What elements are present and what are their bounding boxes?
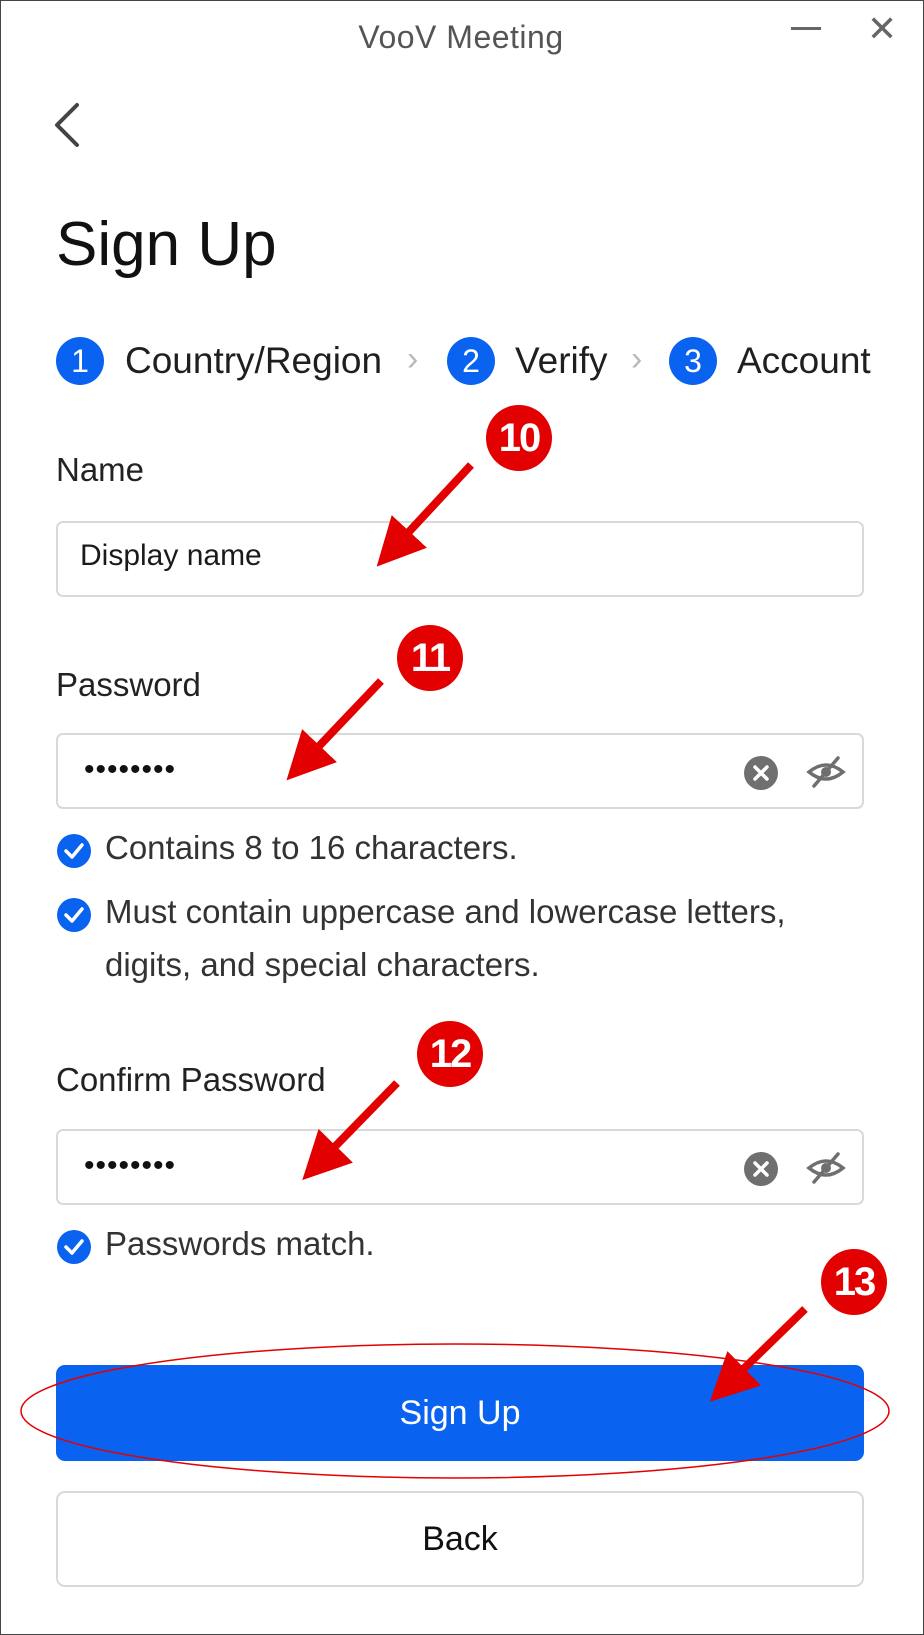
- arrow-10: [376, 462, 474, 567]
- annotation-arrows: [286, 462, 808, 1402]
- sign-up-window: VooV Meeting ✕ Sign Up 1 Country/Region …: [0, 0, 924, 1635]
- arrow-12: [302, 1080, 400, 1181]
- arrow-11: [286, 678, 384, 781]
- arrow-13: [709, 1306, 808, 1402]
